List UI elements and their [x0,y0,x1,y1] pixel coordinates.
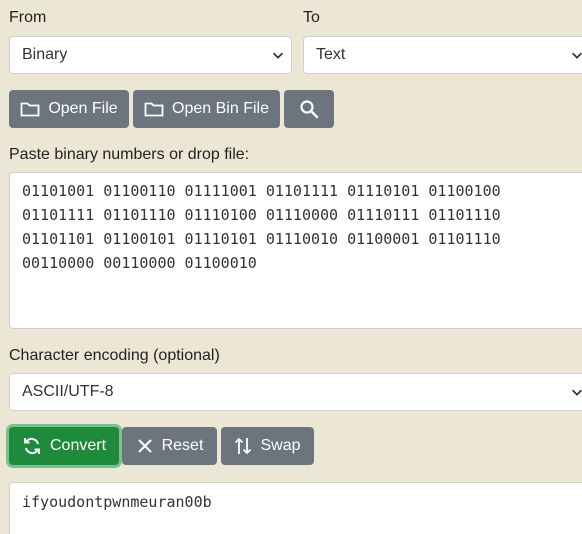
input-line: 01101111 01101110 01110100 01110000 0111… [22,206,501,224]
open-file-label: Open File [48,100,118,117]
from-label: From [9,9,47,26]
refresh-icon [23,437,40,455]
input-line: 00110000 00110000 01100010 [22,254,257,272]
search-button[interactable] [284,90,334,128]
input-line: 01101001 01100110 01111001 01101111 0111… [22,182,501,200]
to-select[interactable]: Text [303,36,582,74]
close-icon [137,439,152,453]
from-select-value: Binary [22,46,68,63]
search-icon [300,100,319,119]
to-label: To [303,9,320,26]
binary-input[interactable]: 01101001 01100110 01111001 01101111 0111… [9,172,582,329]
folder-icon [144,102,164,117]
output-text: ifyoudontpwnmeuran00b [22,493,212,511]
encoding-label: Character encoding (optional) [9,347,220,364]
swap-label: Swap [260,437,301,454]
to-select-value: Text [316,46,346,63]
encoding-select-value: ASCII/UTF-8 [22,383,114,400]
folder-icon [20,102,40,117]
chevron-down-icon [273,52,283,59]
open-bin-file-button[interactable]: Open Bin File [133,90,280,128]
chevron-down-icon [572,52,582,59]
reset-button[interactable]: Reset [122,427,217,465]
swap-icon [235,437,252,455]
convert-button[interactable]: Convert [9,427,119,465]
encoding-select[interactable]: ASCII/UTF-8 [9,373,582,411]
swap-button[interactable]: Swap [221,427,314,465]
input-line: 01101101 01100101 01110101 01110010 0110… [22,230,501,248]
open-bin-file-label: Open Bin File [172,100,269,117]
convert-label: Convert [49,437,107,454]
reset-label: Reset [161,437,204,454]
text-output[interactable]: ifyoudontpwnmeuran00b [9,482,582,534]
chevron-down-icon [572,389,582,396]
from-select[interactable]: Binary [9,36,292,74]
input-label: Paste binary numbers or drop file: [9,146,250,163]
open-file-button[interactable]: Open File [9,90,129,128]
